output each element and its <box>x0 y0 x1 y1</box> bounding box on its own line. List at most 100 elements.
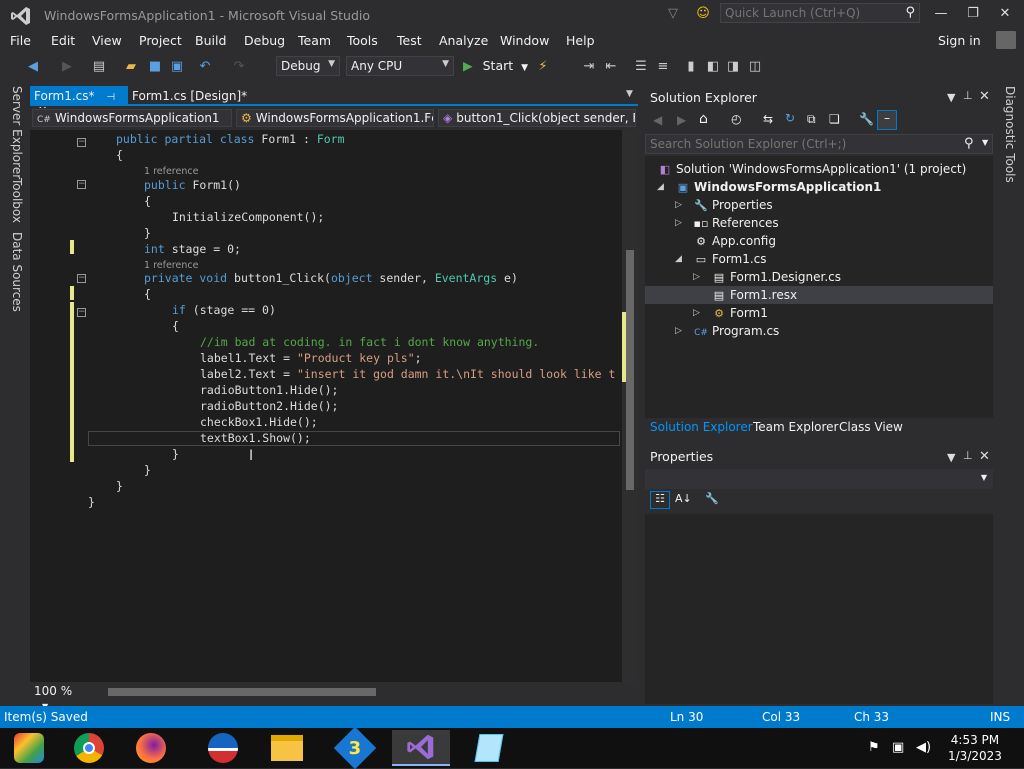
menu-test[interactable]: Test <box>397 33 422 48</box>
volume-icon[interactable]: ◀) <box>916 740 931 755</box>
code-text-area[interactable]: − − − − public partial class Form1 : For… <box>30 130 638 682</box>
feedback-smiley-icon[interactable]: ☺ <box>694 5 712 23</box>
tab-overflow-icon[interactable]: ▼ <box>626 89 633 99</box>
tab-form1-design[interactable]: Form1.cs [Design]* <box>128 86 268 106</box>
start-button[interactable]: ▶ Start ▼ <box>463 58 528 73</box>
dropdown-icon[interactable]: ▼ <box>947 451 955 464</box>
diagnostic-tools-tab[interactable]: Diagnostic Tools <box>1003 86 1017 183</box>
restore-button[interactable]: ❐ <box>958 4 988 24</box>
tree-node-project[interactable]: ▣ WindowsFormsApplication1 <box>675 178 882 196</box>
codelens-reference[interactable]: 1 reference <box>144 166 198 177</box>
menu-file[interactable]: File <box>10 33 31 48</box>
browser-link-icon[interactable]: ⚡ <box>534 58 552 76</box>
expanded-icon[interactable]: ◢ <box>657 182 664 192</box>
properties-object-select[interactable]: ▼ <box>645 469 993 489</box>
network-icon[interactable]: ▣ <box>892 740 904 755</box>
tab-form1-cs[interactable]: Form1.cs* ⊣ ✕ <box>30 86 128 117</box>
show-all-files-icon[interactable]: ❏ <box>829 112 840 126</box>
close-icon[interactable]: ✕ <box>979 89 990 104</box>
zoom-select[interactable]: 100 % ▼ <box>34 684 90 711</box>
collapsed-icon[interactable]: ▷ <box>675 200 682 210</box>
solution-search-box[interactable]: ⚲ ▼ <box>645 134 993 154</box>
firefox-icon[interactable] <box>122 730 180 766</box>
tab-solution-explorer[interactable]: Solution Explorer <box>645 418 758 436</box>
search-icon[interactable]: ⚲ <box>905 5 915 20</box>
tree-node-form1-resx[interactable]: ▤ Form1.resx <box>645 286 993 304</box>
menu-view[interactable]: View <box>92 33 122 48</box>
program-3-icon[interactable]: 3 <box>326 726 384 769</box>
back-icon[interactable]: ◀ <box>24 58 42 76</box>
visual-studio-icon[interactable] <box>392 730 450 766</box>
clear-bookmarks-icon[interactable]: ◫ <box>746 58 764 76</box>
pin-icon[interactable]: ⊣ <box>106 92 115 103</box>
tree-node-form1-class[interactable]: ⚙ Form1 <box>711 304 768 322</box>
server-explorer-tab[interactable]: Server Explorer <box>10 86 24 179</box>
tab-team-explorer[interactable]: Team Explorer <box>748 418 844 436</box>
flag-icon[interactable]: ⚑ <box>868 740 880 755</box>
properties-icon[interactable]: 🔧 <box>859 112 874 126</box>
close-window-button[interactable]: ✕ <box>990 4 1020 24</box>
filter-icon[interactable]: ▽ <box>664 5 682 23</box>
uncomment-icon[interactable]: ≡ <box>654 58 672 76</box>
bookmark-icon[interactable]: ▮ <box>682 58 700 76</box>
data-sources-tab[interactable]: Data Sources <box>10 232 24 312</box>
preview-icon[interactable]: – <box>877 110 897 130</box>
project-nav-select[interactable]: C# WindowsFormsApplication1 <box>32 109 232 127</box>
pin-icon[interactable]: ⊥ <box>963 449 973 462</box>
vertical-scrollbar[interactable] <box>622 130 638 682</box>
menu-analyze[interactable]: Analyze <box>439 33 488 48</box>
menu-tools[interactable]: Tools <box>347 33 378 48</box>
tree-node-form1-designer[interactable]: ▤ Form1.Designer.cs <box>711 268 841 286</box>
quick-launch-box[interactable]: ⚲ <box>720 3 920 23</box>
solution-search-input[interactable] <box>646 135 946 153</box>
new-project-icon[interactable]: ▤ <box>90 58 108 76</box>
step-icon[interactable]: ⇥ <box>580 58 598 76</box>
collapsed-icon[interactable]: ▷ <box>693 272 700 282</box>
expanded-icon[interactable]: ◢ <box>675 254 682 264</box>
file-explorer-icon[interactable] <box>258 730 316 766</box>
prev-bookmark-icon[interactable]: ◧ <box>704 58 722 76</box>
pin-icon[interactable]: ⊥ <box>963 89 973 102</box>
save-all-icon[interactable]: ▣ <box>168 58 186 76</box>
collapse-icon[interactable]: − <box>77 274 86 283</box>
next-bookmark-icon[interactable]: ◨ <box>724 58 742 76</box>
close-icon[interactable]: ✕ <box>979 449 990 464</box>
menu-team[interactable]: Team <box>298 33 331 48</box>
minimize-button[interactable]: — <box>926 4 956 24</box>
dropdown-icon[interactable]: ▼ <box>947 91 955 104</box>
platform-select[interactable]: Any CPU ▼ <box>346 56 454 76</box>
notepad-icon[interactable] <box>460 730 518 766</box>
alphabetical-icon[interactable]: A↓ <box>675 492 692 505</box>
codelens-reference[interactable]: 1 reference <box>144 260 198 271</box>
collapse-icon[interactable]: − <box>77 138 86 147</box>
toolbox-tab[interactable]: Toolbox <box>10 178 24 223</box>
collapse-icon[interactable]: − <box>77 180 86 189</box>
class-nav-select[interactable]: ⚙ WindowsFormsApplication1.Fc <box>236 109 434 127</box>
user-account-icon[interactable] <box>996 31 1016 49</box>
collapse-icon[interactable]: − <box>77 308 86 317</box>
sign-in-link[interactable]: Sign in <box>938 33 981 48</box>
tree-node-app-config[interactable]: ⚙ App.config <box>693 232 776 250</box>
tree-node-properties[interactable]: 🔧 Properties <box>693 196 773 214</box>
menu-edit[interactable]: Edit <box>51 33 75 48</box>
horizontal-scroll-thumb[interactable] <box>108 688 376 696</box>
tree-node-solution[interactable]: ◧ Solution 'WindowsFormsApplication1' (1 … <box>657 160 967 178</box>
undo-icon[interactable]: ↶ <box>196 58 214 76</box>
sync-icon[interactable]: ⇆ <box>763 112 773 126</box>
collapsed-icon[interactable]: ▷ <box>693 308 700 318</box>
chrome-icon[interactable] <box>60 730 118 766</box>
media-center-icon[interactable] <box>0 730 58 766</box>
comment-icon[interactable]: ☰ <box>632 58 650 76</box>
back-icon[interactable]: ◀ <box>653 113 662 127</box>
menu-project[interactable]: Project <box>139 33 182 48</box>
obama-logo-icon[interactable] <box>194 730 252 766</box>
history-icon[interactable]: ◴ <box>731 112 741 126</box>
solution-config-select[interactable]: Debug ▼ <box>276 56 340 76</box>
forward-icon[interactable]: ▶ <box>58 58 76 76</box>
tree-node-form1-cs[interactable]: ▭ Form1.cs <box>693 250 767 268</box>
categorized-icon[interactable]: ☷ <box>650 491 670 509</box>
forward-icon[interactable]: ▶ <box>677 113 686 127</box>
system-clock[interactable]: 4:53 PM 1/3/2023 <box>948 732 1002 764</box>
redo-icon[interactable]: ↷ <box>230 58 248 76</box>
home-icon[interactable]: ⌂ <box>699 111 708 127</box>
